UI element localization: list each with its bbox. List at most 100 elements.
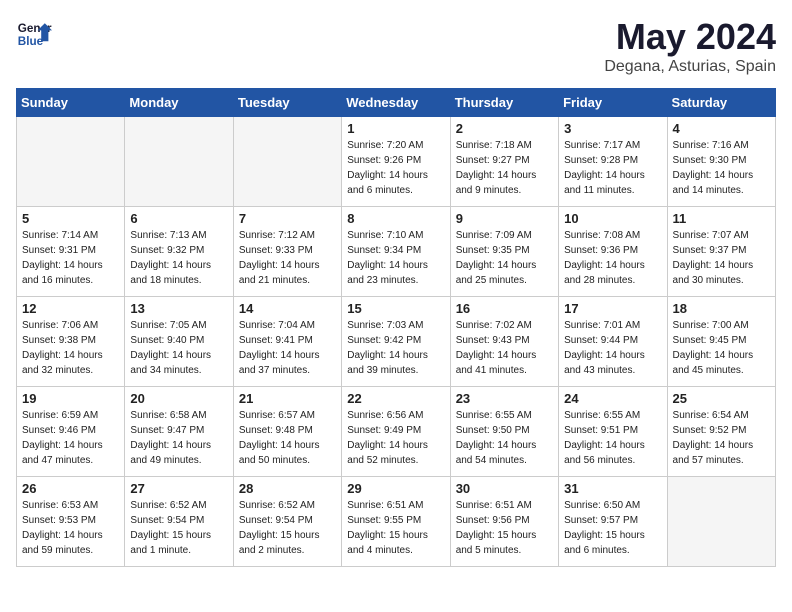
day-number: 13 (130, 301, 227, 316)
day-info: Sunrise: 7:18 AMSunset: 9:27 PMDaylight:… (456, 138, 553, 198)
day-number: 31 (564, 481, 661, 496)
day-info: Sunrise: 7:04 AMSunset: 9:41 PMDaylight:… (239, 318, 336, 378)
day-info: Sunrise: 6:59 AMSunset: 9:46 PMDaylight:… (22, 408, 119, 468)
calendar-cell: 16 Sunrise: 7:02 AMSunset: 9:43 PMDayligh… (450, 297, 558, 387)
calendar-cell: 18Sunrise: 7:00 AMSunset: 9:45 PMDayligh… (667, 297, 775, 387)
day-number: 12 (22, 301, 119, 316)
day-info: Sunrise: 7:14 AMSunset: 9:31 PMDaylight:… (22, 228, 119, 288)
calendar-cell: 19 Sunrise: 6:59 AMSunset: 9:46 PMDayligh… (17, 387, 125, 477)
day-info: Sunrise: 6:56 AMSunset: 9:49 PMDaylight:… (347, 408, 444, 468)
calendar-cell: 24Sunrise: 6:55 AMSunset: 9:51 PMDayligh… (559, 387, 667, 477)
day-info: Sunrise: 6:55 AMSunset: 9:51 PMDaylight:… (564, 408, 661, 468)
weekday-header-sunday: Sunday (17, 89, 125, 117)
calendar-cell: 1 Sunrise: 7:20 AMSunset: 9:26 PMDaylight… (342, 117, 450, 207)
calendar-cell: 30Sunrise: 6:51 AMSunset: 9:56 PMDayligh… (450, 477, 558, 567)
calendar-cell: 29 Sunrise: 6:51 AMSunset: 9:55 PMDayligh… (342, 477, 450, 567)
calendar-cell: 10 Sunrise: 7:08 AMSunset: 9:36 PMDayligh… (559, 207, 667, 297)
calendar-cell: 5Sunrise: 7:14 AMSunset: 9:31 PMDaylight… (17, 207, 125, 297)
calendar-cell (667, 477, 775, 567)
calendar-cell: 15Sunrise: 7:03 AMSunset: 9:42 PMDayligh… (342, 297, 450, 387)
day-number: 22 (347, 391, 444, 406)
calendar-cell (17, 117, 125, 207)
day-info: Sunrise: 7:01 AMSunset: 9:44 PMDaylight:… (564, 318, 661, 378)
day-number: 10 (564, 211, 661, 226)
day-number: 29 (347, 481, 444, 496)
calendar-table: SundayMondayTuesdayWednesdayThursdayFrid… (16, 88, 776, 567)
day-number: 8 (347, 211, 444, 226)
day-info: Sunrise: 7:08 AMSunset: 9:36 PMDaylight:… (564, 228, 661, 288)
day-info: Sunrise: 6:52 AMSunset: 9:54 PMDaylight:… (130, 498, 227, 558)
day-number: 1 (347, 121, 444, 136)
weekday-header-row: SundayMondayTuesdayWednesdayThursdayFrid… (17, 89, 776, 117)
day-info: Sunrise: 7:05 AMSunset: 9:40 PMDaylight:… (130, 318, 227, 378)
day-number: 26 (22, 481, 119, 496)
calendar-cell: 25 Sunrise: 6:54 AMSunset: 9:52 PMDayligh… (667, 387, 775, 477)
calendar-cell: 3Sunrise: 7:17 AMSunset: 9:28 PMDaylight… (559, 117, 667, 207)
day-number: 9 (456, 211, 553, 226)
calendar-cell: 23 Sunrise: 6:55 AMSunset: 9:50 PMDayligh… (450, 387, 558, 477)
day-info: Sunrise: 7:20 AMSunset: 9:26 PMDaylight:… (347, 138, 444, 198)
calendar-week-2: 5Sunrise: 7:14 AMSunset: 9:31 PMDaylight… (17, 207, 776, 297)
day-number: 16 (456, 301, 553, 316)
calendar-cell: 31 Sunrise: 6:50 AMSunset: 9:57 PMDayligh… (559, 477, 667, 567)
calendar-week-1: 1 Sunrise: 7:20 AMSunset: 9:26 PMDaylight… (17, 117, 776, 207)
calendar-cell: 14 Sunrise: 7:04 AMSunset: 9:41 PMDayligh… (233, 297, 341, 387)
weekday-header-monday: Monday (125, 89, 233, 117)
day-info: Sunrise: 7:07 AMSunset: 9:37 PMDaylight:… (673, 228, 770, 288)
day-info: Sunrise: 6:57 AMSunset: 9:48 PMDaylight:… (239, 408, 336, 468)
day-info: Sunrise: 6:53 AMSunset: 9:53 PMDaylight:… (22, 498, 119, 558)
title-block: May 2024 Degana, Asturias, Spain (604, 16, 776, 76)
calendar-cell: 21Sunrise: 6:57 AMSunset: 9:48 PMDayligh… (233, 387, 341, 477)
weekday-header-tuesday: Tuesday (233, 89, 341, 117)
day-info: Sunrise: 7:13 AMSunset: 9:32 PMDaylight:… (130, 228, 227, 288)
calendar-cell: 26 Sunrise: 6:53 AMSunset: 9:53 PMDayligh… (17, 477, 125, 567)
calendar-cell (233, 117, 341, 207)
calendar-week-5: 26 Sunrise: 6:53 AMSunset: 9:53 PMDayligh… (17, 477, 776, 567)
day-number: 7 (239, 211, 336, 226)
day-number: 18 (673, 301, 770, 316)
calendar-cell: 12 Sunrise: 7:06 AMSunset: 9:38 PMDayligh… (17, 297, 125, 387)
day-number: 17 (564, 301, 661, 316)
calendar-cell: 27 Sunrise: 6:52 AMSunset: 9:54 PMDayligh… (125, 477, 233, 567)
day-info: Sunrise: 7:06 AMSunset: 9:38 PMDaylight:… (22, 318, 119, 378)
weekday-header-wednesday: Wednesday (342, 89, 450, 117)
day-info: Sunrise: 6:52 AMSunset: 9:54 PMDaylight:… (239, 498, 336, 558)
day-info: Sunrise: 6:51 AMSunset: 9:56 PMDaylight:… (456, 498, 553, 558)
day-number: 2 (456, 121, 553, 136)
day-info: Sunrise: 6:51 AMSunset: 9:55 PMDaylight:… (347, 498, 444, 558)
weekday-header-saturday: Saturday (667, 89, 775, 117)
weekday-header-thursday: Thursday (450, 89, 558, 117)
page-header: General Blue May 2024 Degana, Asturias, … (16, 16, 776, 76)
day-number: 4 (673, 121, 770, 136)
day-number: 23 (456, 391, 553, 406)
day-number: 14 (239, 301, 336, 316)
day-info: Sunrise: 7:16 AMSunset: 9:30 PMDaylight:… (673, 138, 770, 198)
logo-icon: General Blue (16, 16, 52, 52)
day-info: Sunrise: 7:17 AMSunset: 9:28 PMDaylight:… (564, 138, 661, 198)
calendar-cell: 7Sunrise: 7:12 AMSunset: 9:33 PMDaylight… (233, 207, 341, 297)
calendar-cell: 9 Sunrise: 7:09 AMSunset: 9:35 PMDaylight… (450, 207, 558, 297)
day-info: Sunrise: 7:09 AMSunset: 9:35 PMDaylight:… (456, 228, 553, 288)
day-number: 25 (673, 391, 770, 406)
day-number: 20 (130, 391, 227, 406)
calendar-cell: 11 Sunrise: 7:07 AMSunset: 9:37 PMDayligh… (667, 207, 775, 297)
day-info: Sunrise: 7:10 AMSunset: 9:34 PMDaylight:… (347, 228, 444, 288)
day-number: 27 (130, 481, 227, 496)
calendar-week-3: 12 Sunrise: 7:06 AMSunset: 9:38 PMDayligh… (17, 297, 776, 387)
calendar-cell: 8 Sunrise: 7:10 AMSunset: 9:34 PMDaylight… (342, 207, 450, 297)
calendar-cell: 13 Sunrise: 7:05 AMSunset: 9:40 PMDayligh… (125, 297, 233, 387)
day-number: 11 (673, 211, 770, 226)
day-number: 6 (130, 211, 227, 226)
month-title: May 2024 (604, 16, 776, 58)
logo: General Blue (16, 16, 52, 52)
day-info: Sunrise: 7:02 AMSunset: 9:43 PMDaylight:… (456, 318, 553, 378)
day-info: Sunrise: 6:50 AMSunset: 9:57 PMDaylight:… (564, 498, 661, 558)
calendar-cell: 17 Sunrise: 7:01 AMSunset: 9:44 PMDayligh… (559, 297, 667, 387)
day-number: 19 (22, 391, 119, 406)
calendar-cell: 20 Sunrise: 6:58 AMSunset: 9:47 PMDayligh… (125, 387, 233, 477)
day-info: Sunrise: 6:55 AMSunset: 9:50 PMDaylight:… (456, 408, 553, 468)
day-info: Sunrise: 6:58 AMSunset: 9:47 PMDaylight:… (130, 408, 227, 468)
location-title: Degana, Asturias, Spain (604, 58, 776, 76)
day-info: Sunrise: 6:54 AMSunset: 9:52 PMDaylight:… (673, 408, 770, 468)
calendar-cell: 4 Sunrise: 7:16 AMSunset: 9:30 PMDaylight… (667, 117, 775, 207)
